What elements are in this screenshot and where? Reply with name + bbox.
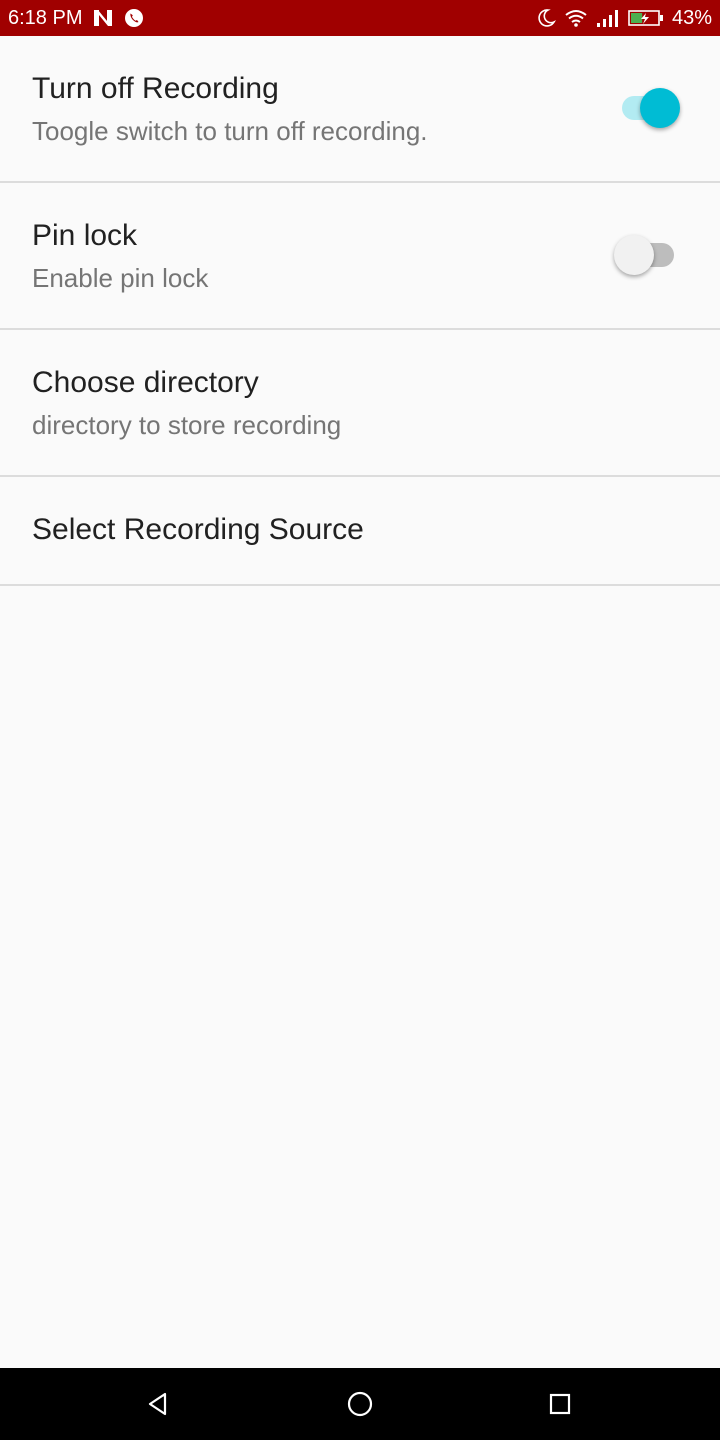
pref-turn-off-recording[interactable]: Turn off Recording Toogle switch to turn… [0,36,720,183]
pin-lock-switch[interactable] [614,233,682,277]
back-icon[interactable] [140,1386,176,1422]
pref-summary: Enable pin lock [32,263,209,293]
pref-choose-directory[interactable]: Choose directory directory to store reco… [0,330,720,477]
pref-title: Pin lock [32,219,138,252]
status-left: 6:18 PM [8,7,144,30]
wifi-icon [564,8,588,28]
pref-select-recording-source[interactable]: Select Recording Source [0,477,720,586]
battery-charging-icon [628,9,664,27]
pref-pin-lock[interactable]: Pin lock Enable pin lock [0,183,720,330]
n-logo-icon [92,8,114,28]
screen: 6:18 PM 43% Turn off Recording Toogle sw… [0,0,720,1440]
navigation-bar [0,1368,720,1440]
switch-thumb [640,88,680,128]
pref-summary: directory to store recording [32,410,342,440]
status-bar: 6:18 PM 43% [0,0,720,36]
home-icon[interactable] [342,1386,378,1422]
status-time: 6:18 PM [8,6,83,29]
phone-call-icon [124,8,144,28]
status-right: 43% [536,7,712,30]
switch-thumb [614,235,654,275]
recents-icon[interactable] [542,1386,578,1422]
pref-title: Turn off Recording [32,72,279,105]
pref-title: Select Recording Source [32,513,364,546]
pref-title: Choose directory [32,366,259,399]
turn-off-recording-switch[interactable] [614,86,682,130]
battery-percent: 43% [671,6,712,29]
pref-summary: Toogle switch to turn off recording. [32,116,428,146]
signal-icon [596,8,620,28]
settings-list: Turn off Recording Toogle switch to turn… [0,36,720,586]
moon-icon [536,8,556,28]
